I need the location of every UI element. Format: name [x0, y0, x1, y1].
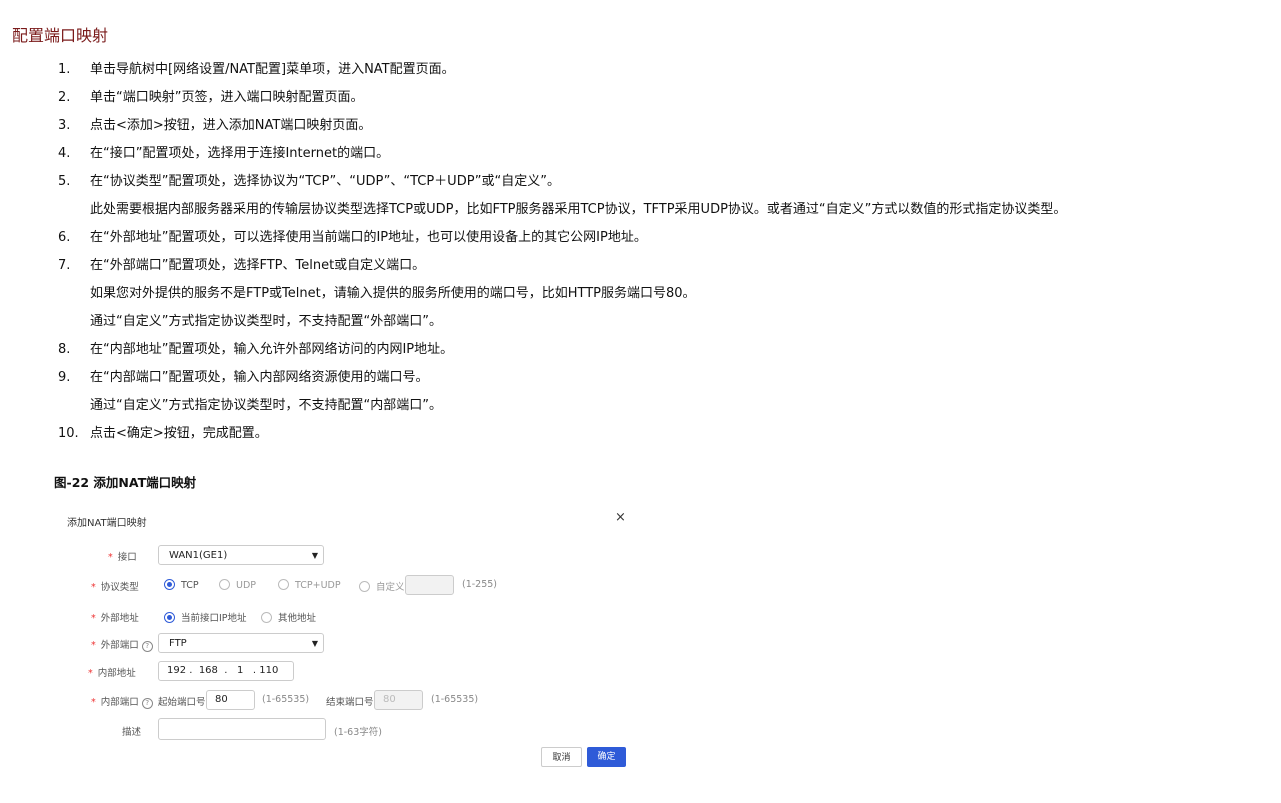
page-title: 配置端口映射 [12, 26, 109, 45]
step-text: 在“接口”配置项处，选择用于连接Internet的端口。 [90, 146, 390, 161]
protocol-hint: (1-255) [462, 579, 498, 590]
step-note-text: 此处需要根据内部服务器采用的传输层协议类型选择TCP或UDP，比如FTP服务器采… [90, 202, 1067, 217]
step-text: 在“外部端口”配置项处，选择FTP、Telnet或自定义端口。 [90, 258, 426, 273]
ext-port-row: * 外部端口? FTP ▼ [60, 633, 640, 655]
step-text: 在“内部端口”配置项处，输入内部网络资源使用的端口号。 [90, 370, 429, 385]
interface-select[interactable]: WAN1(GE1) ▼ [158, 545, 324, 565]
step-text: 在“协议类型”配置项处，选择协议为“TCP”、“UDP”、“TCP＋UDP”或“… [90, 174, 560, 189]
interface-value: WAN1(GE1) [169, 550, 228, 561]
radio-other-addr[interactable]: 其他地址 [261, 610, 316, 624]
radio-tcp[interactable]: TCP [164, 579, 199, 591]
step-text: 在“外部地址”配置项处，可以选择使用当前端口的IP地址，也可以使用设备上的其它公… [90, 230, 647, 245]
step-note-text: 通过“自定义”方式指定协议类型时，不支持配置“外部端口”。 [90, 314, 442, 329]
step-note-text: 通过“自定义”方式指定协议类型时，不支持配置“内部端口”。 [90, 398, 442, 413]
ext-port-label: 外部端口 [100, 640, 139, 651]
dialog-title: 添加NAT端口映射 [67, 518, 147, 529]
radio-custom[interactable]: 自定义 [359, 579, 405, 593]
chevron-down-icon: ▼ [311, 551, 318, 560]
protocol-row: * 协议类型 TCP UDP TCP+UDP 自定义 (1-255) [60, 575, 640, 597]
int-addr-input[interactable]: 192 . 168 . 1 . 110 [158, 661, 294, 681]
start-port-hint: (1-65535) [262, 694, 310, 705]
int-addr-row: * 内部地址 192 . 168 . 1 . 110 [60, 661, 640, 683]
ext-port-select[interactable]: FTP ▼ [158, 633, 324, 653]
step-number: 6. [58, 230, 71, 245]
step-number: 7. [58, 258, 71, 273]
step-text: 点击<确定>按钮，完成配置。 [90, 426, 268, 441]
start-port-label: 起始端口号 [158, 697, 206, 708]
help-icon[interactable]: ? [141, 698, 153, 709]
radio-current-ip[interactable]: 当前接口IP地址 [164, 610, 247, 624]
ext-addr-label: 外部地址 [100, 613, 139, 624]
step-number: 9. [58, 370, 71, 385]
desc-label: 描述 [122, 727, 142, 738]
ext-port-value: FTP [169, 638, 187, 649]
close-icon[interactable]: × [615, 510, 626, 525]
ok-button[interactable]: 确定 [587, 747, 626, 767]
chevron-down-icon: ▼ [311, 639, 318, 648]
int-port-row: * 内部端口? 起始端口号 80 (1-65535) 结束端口号 80 (1-65… [60, 690, 640, 712]
desc-hint: (1-63字符) [334, 727, 382, 738]
start-port-input[interactable]: 80 [206, 690, 255, 710]
end-port-input[interactable]: 80 [374, 690, 423, 710]
add-nat-port-mapping-dialog: 添加NAT端口映射 × * 接口 WAN1(GE1) ▼ * 协议类型 TCP UDP… [60, 505, 640, 775]
step-number: 10. [58, 426, 79, 441]
step-number: 5. [58, 174, 71, 189]
step-number: 8. [58, 342, 71, 357]
figure-caption: 图-22 添加NAT端口映射 [54, 475, 197, 490]
radio-tcp-udp[interactable]: TCP+UDP [278, 579, 341, 591]
custom-protocol-input[interactable] [405, 575, 454, 595]
int-addr-label: 内部地址 [97, 668, 136, 679]
help-icon[interactable]: ? [141, 641, 153, 652]
desc-textarea[interactable] [158, 718, 326, 740]
ext-addr-row: * 外部地址 当前接口IP地址 其他地址 [60, 606, 640, 628]
radio-udp[interactable]: UDP [219, 579, 256, 591]
step-number: 4. [58, 146, 71, 161]
end-port-label: 结束端口号 [326, 697, 374, 708]
protocol-label: 协议类型 [100, 582, 139, 593]
interface-row: * 接口 WAN1(GE1) ▼ [60, 545, 640, 567]
step-text: 点击<添加>按钮，进入添加NAT端口映射页面。 [90, 118, 372, 133]
step-number: 1. [58, 62, 71, 77]
cancel-button[interactable]: 取消 [541, 747, 582, 767]
interface-label: 接口 [117, 552, 137, 563]
end-port-hint: (1-65535) [431, 694, 479, 705]
step-text: 单击“端口映射”页签，进入端口映射配置页面。 [90, 90, 364, 105]
desc-row: 描述 (1-63字符) [60, 718, 640, 740]
step-note-text: 如果您对外提供的服务不是FTP或Telnet，请输入提供的服务所使用的端口号，比… [90, 286, 696, 301]
step-text: 在“内部地址”配置项处，输入允许外部网络访问的内网IP地址。 [90, 342, 454, 357]
step-text: 单击导航树中[网络设置/NAT配置]菜单项，进入NAT配置页面。 [90, 62, 455, 77]
int-port-label: 内部端口 [100, 697, 139, 708]
step-number: 3. [58, 118, 71, 133]
step-number: 2. [58, 90, 71, 105]
